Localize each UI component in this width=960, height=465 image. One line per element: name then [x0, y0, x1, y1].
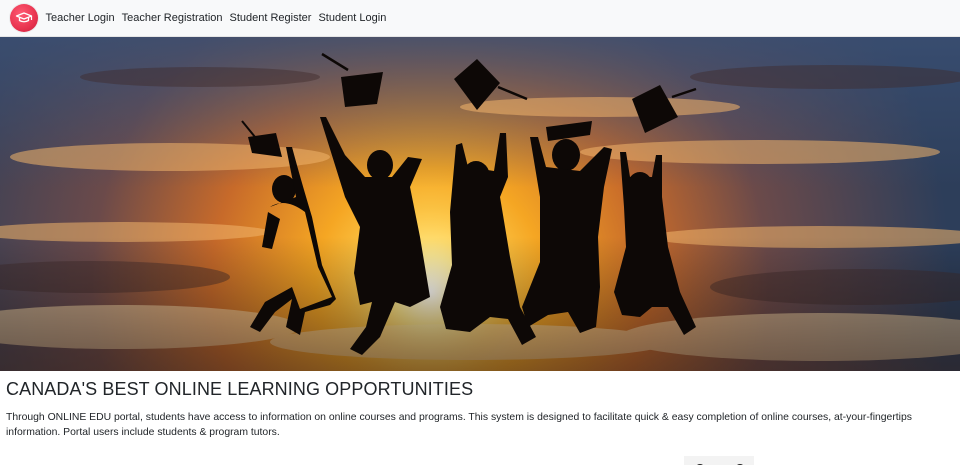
nav-link-student-login[interactable]: Student Login [315, 12, 390, 24]
graduation-cap-icon [15, 12, 33, 23]
nav-link-teacher-registration[interactable]: Teacher Registration [118, 12, 226, 24]
hero-banner [0, 37, 960, 371]
nav-links: Teacher Login Teacher Registration Stude… [42, 12, 390, 24]
people-illustration-icon [697, 464, 743, 465]
top-navbar: Teacher Login Teacher Registration Stude… [0, 0, 960, 37]
brand-logo[interactable] [10, 4, 38, 32]
intro-paragraph: Through ONLINE EDU portal, students have… [6, 412, 912, 438]
nav-link-teacher-login[interactable]: Teacher Login [42, 12, 118, 24]
partial-illustration [684, 456, 754, 465]
page-headline: CANADA'S BEST ONLINE LEARNING OPPORTUNIT… [6, 379, 474, 399]
nav-link-student-register[interactable]: Student Register [226, 12, 315, 24]
graduates-jumping-sunset-image [0, 37, 960, 371]
main-content: CANADA'S BEST ONLINE LEARNING OPPORTUNIT… [6, 378, 946, 440]
